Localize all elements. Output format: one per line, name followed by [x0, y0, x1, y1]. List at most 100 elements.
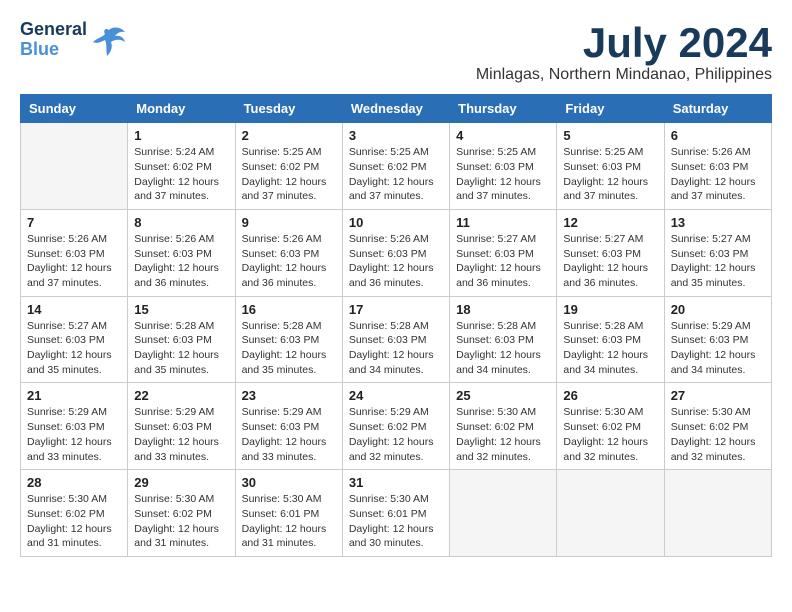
day-number: 6 [671, 128, 765, 143]
day-number: 16 [242, 302, 336, 317]
day-number: 21 [27, 388, 121, 403]
calendar-cell: 26 Sunrise: 5:30 AM Sunset: 6:02 PM Dayli… [557, 383, 664, 470]
calendar-cell [664, 470, 771, 557]
month-year-title: July 2024 [476, 20, 772, 66]
logo-text-blue: Blue [20, 40, 87, 60]
calendar-cell: 27 Sunrise: 5:30 AM Sunset: 6:02 PM Dayli… [664, 383, 771, 470]
logo-text-general: General [20, 20, 87, 40]
calendar-cell: 4 Sunrise: 5:25 AM Sunset: 6:03 PM Daylig… [450, 123, 557, 210]
calendar-cell [450, 470, 557, 557]
calendar-cell: 21 Sunrise: 5:29 AM Sunset: 6:03 PM Dayli… [21, 383, 128, 470]
day-info: Sunrise: 5:25 AM Sunset: 6:03 PM Dayligh… [456, 145, 550, 204]
header: General Blue July 2024 Minlagas, Norther… [20, 20, 772, 84]
day-number: 12 [563, 215, 657, 230]
day-number: 23 [242, 388, 336, 403]
day-number: 13 [671, 215, 765, 230]
calendar-cell: 18Sunrise: 5:28 AM Sunset: 6:03 PM Dayli… [450, 296, 557, 383]
calendar-cell: 11 Sunrise: 5:27 AM Sunset: 6:03 PM Dayli… [450, 209, 557, 296]
day-info: Sunrise: 5:27 AM Sunset: 6:03 PM Dayligh… [27, 319, 121, 378]
calendar-cell: 30 Sunrise: 5:30 AM Sunset: 6:01 PM Dayli… [235, 470, 342, 557]
day-number: 3 [349, 128, 443, 143]
title-area: July 2024 Minlagas, Northern Mindanao, P… [476, 20, 772, 84]
day-number: 7 [27, 215, 121, 230]
day-info: Sunrise: 5:26 AM Sunset: 6:03 PM Dayligh… [134, 232, 228, 291]
day-number: 14 [27, 302, 121, 317]
calendar-cell: 20 Sunrise: 5:29 AM Sunset: 6:03 PM Dayli… [664, 296, 771, 383]
day-number: 11 [456, 215, 550, 230]
day-number: 22 [134, 388, 228, 403]
day-info: Sunrise: 5:29 AM Sunset: 6:03 PM Dayligh… [27, 405, 121, 464]
weekday-header: Wednesday [342, 95, 449, 123]
day-number: 27 [671, 388, 765, 403]
day-info: Sunrise: 5:30 AM Sunset: 6:02 PM Dayligh… [134, 492, 228, 551]
calendar-cell: 17 Sunrise: 5:28 AM Sunset: 6:03 PM Dayli… [342, 296, 449, 383]
day-info: Sunrise: 5:28 AM Sunset: 6:03 PM Dayligh… [456, 319, 550, 378]
day-info: Sunrise: 5:24 AM Sunset: 6:02 PM Dayligh… [134, 145, 228, 204]
calendar-cell: 25Sunrise: 5:30 AM Sunset: 6:02 PM Dayli… [450, 383, 557, 470]
calendar-cell: 29Sunrise: 5:30 AM Sunset: 6:02 PM Dayli… [128, 470, 235, 557]
day-number: 8 [134, 215, 228, 230]
day-info: Sunrise: 5:29 AM Sunset: 6:03 PM Dayligh… [242, 405, 336, 464]
calendar-cell: 23 Sunrise: 5:29 AM Sunset: 6:03 PM Dayli… [235, 383, 342, 470]
day-number: 5 [563, 128, 657, 143]
calendar-week-row: 21 Sunrise: 5:29 AM Sunset: 6:03 PM Dayli… [21, 383, 772, 470]
calendar-cell: 5 Sunrise: 5:25 AM Sunset: 6:03 PM Daylig… [557, 123, 664, 210]
calendar-week-row: 14 Sunrise: 5:27 AM Sunset: 6:03 PM Dayli… [21, 296, 772, 383]
calendar-cell: 7 Sunrise: 5:26 AM Sunset: 6:03 PM Daylig… [21, 209, 128, 296]
logo-bird-icon [91, 22, 127, 58]
day-number: 31 [349, 475, 443, 490]
calendar-cell: 19Sunrise: 5:28 AM Sunset: 6:03 PM Dayli… [557, 296, 664, 383]
day-info: Sunrise: 5:27 AM Sunset: 6:03 PM Dayligh… [456, 232, 550, 291]
day-number: 19 [563, 302, 657, 317]
day-info: Sunrise: 5:26 AM Sunset: 6:03 PM Dayligh… [27, 232, 121, 291]
day-info: Sunrise: 5:27 AM Sunset: 6:03 PM Dayligh… [671, 232, 765, 291]
day-number: 2 [242, 128, 336, 143]
day-info: Sunrise: 5:28 AM Sunset: 6:03 PM Dayligh… [349, 319, 443, 378]
logo: General Blue [20, 20, 127, 60]
calendar-header-row: SundayMondayTuesdayWednesdayThursdayFrid… [21, 95, 772, 123]
day-info: Sunrise: 5:30 AM Sunset: 6:01 PM Dayligh… [242, 492, 336, 551]
day-info: Sunrise: 5:28 AM Sunset: 6:03 PM Dayligh… [134, 319, 228, 378]
day-info: Sunrise: 5:29 AM Sunset: 6:02 PM Dayligh… [349, 405, 443, 464]
calendar-week-row: 28Sunrise: 5:30 AM Sunset: 6:02 PM Dayli… [21, 470, 772, 557]
calendar-cell [557, 470, 664, 557]
day-number: 30 [242, 475, 336, 490]
day-info: Sunrise: 5:26 AM Sunset: 6:03 PM Dayligh… [242, 232, 336, 291]
weekday-header: Tuesday [235, 95, 342, 123]
calendar-cell: 8 Sunrise: 5:26 AM Sunset: 6:03 PM Daylig… [128, 209, 235, 296]
day-number: 4 [456, 128, 550, 143]
day-number: 1 [134, 128, 228, 143]
calendar-cell: 31 Sunrise: 5:30 AM Sunset: 6:01 PM Dayli… [342, 470, 449, 557]
day-info: Sunrise: 5:28 AM Sunset: 6:03 PM Dayligh… [242, 319, 336, 378]
day-number: 20 [671, 302, 765, 317]
calendar-cell: 2Sunrise: 5:25 AM Sunset: 6:02 PM Daylig… [235, 123, 342, 210]
weekday-header: Saturday [664, 95, 771, 123]
day-info: Sunrise: 5:29 AM Sunset: 6:03 PM Dayligh… [134, 405, 228, 464]
calendar-table: SundayMondayTuesdayWednesdayThursdayFrid… [20, 94, 772, 557]
day-info: Sunrise: 5:26 AM Sunset: 6:03 PM Dayligh… [671, 145, 765, 204]
calendar-cell: 28Sunrise: 5:30 AM Sunset: 6:02 PM Dayli… [21, 470, 128, 557]
calendar-cell: 22 Sunrise: 5:29 AM Sunset: 6:03 PM Dayli… [128, 383, 235, 470]
calendar-cell: 3Sunrise: 5:25 AM Sunset: 6:02 PM Daylig… [342, 123, 449, 210]
calendar-cell [21, 123, 128, 210]
calendar-cell: 15Sunrise: 5:28 AM Sunset: 6:03 PM Dayli… [128, 296, 235, 383]
calendar-cell: 24 Sunrise: 5:29 AM Sunset: 6:02 PM Dayli… [342, 383, 449, 470]
day-info: Sunrise: 5:30 AM Sunset: 6:02 PM Dayligh… [671, 405, 765, 464]
day-info: Sunrise: 5:27 AM Sunset: 6:03 PM Dayligh… [563, 232, 657, 291]
day-info: Sunrise: 5:30 AM Sunset: 6:02 PM Dayligh… [27, 492, 121, 551]
calendar-cell: 9Sunrise: 5:26 AM Sunset: 6:03 PM Daylig… [235, 209, 342, 296]
day-number: 26 [563, 388, 657, 403]
calendar-cell: 1 Sunrise: 5:24 AM Sunset: 6:02 PM Daylig… [128, 123, 235, 210]
day-number: 17 [349, 302, 443, 317]
day-info: Sunrise: 5:30 AM Sunset: 6:02 PM Dayligh… [563, 405, 657, 464]
weekday-header: Sunday [21, 95, 128, 123]
calendar-cell: 10Sunrise: 5:26 AM Sunset: 6:03 PM Dayli… [342, 209, 449, 296]
weekday-header: Thursday [450, 95, 557, 123]
calendar-cell: 16 Sunrise: 5:28 AM Sunset: 6:03 PM Dayli… [235, 296, 342, 383]
day-number: 24 [349, 388, 443, 403]
day-info: Sunrise: 5:30 AM Sunset: 6:01 PM Dayligh… [349, 492, 443, 551]
location-subtitle: Minlagas, Northern Mindanao, Philippines [476, 66, 772, 84]
day-info: Sunrise: 5:29 AM Sunset: 6:03 PM Dayligh… [671, 319, 765, 378]
day-info: Sunrise: 5:25 AM Sunset: 6:03 PM Dayligh… [563, 145, 657, 204]
calendar-cell: 13 Sunrise: 5:27 AM Sunset: 6:03 PM Dayli… [664, 209, 771, 296]
